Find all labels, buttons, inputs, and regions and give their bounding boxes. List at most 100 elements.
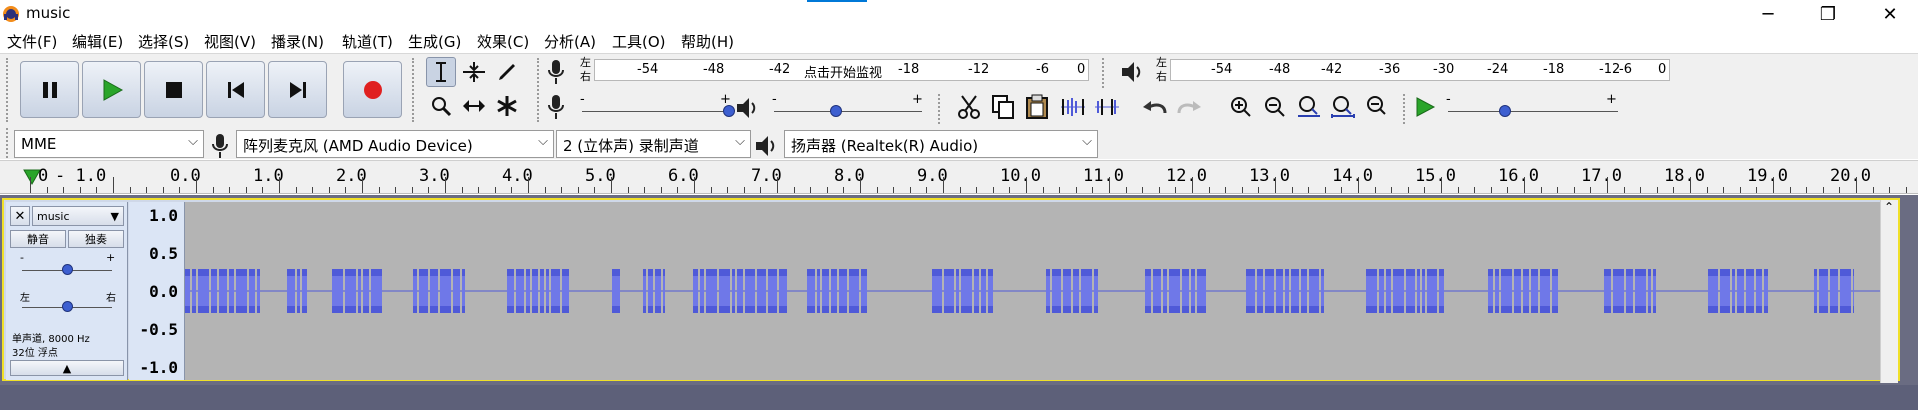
menu-tools[interactable]: 工具(O) (612, 31, 666, 52)
empty-track-area[interactable] (0, 385, 1918, 410)
waveform-rms (1501, 276, 1512, 306)
timeline-ruler[interactable]: 0- 1.0 0.0 1.0 2.0 3.0 4.0 5.0 6.0 7.0 8.0 9.0 10.0… (0, 160, 1918, 194)
toolbar-grip[interactable] (1403, 94, 1409, 124)
recording-volume-slider[interactable] (723, 105, 735, 117)
undo-button[interactable] (1140, 92, 1170, 122)
ruler-tick (1441, 177, 1442, 193)
toolbar-grip[interactable] (537, 58, 543, 122)
recording-channels-select[interactable]: 2 (立体声) 录制声道 ⌵ (556, 130, 751, 158)
recording-meter[interactable]: -54 -48 -42 点击开始监视 -18 -12 -6 0 (594, 59, 1089, 81)
copy-button[interactable] (988, 92, 1018, 122)
envelope-tool[interactable] (459, 57, 489, 87)
play-at-speed-button[interactable] (1410, 92, 1440, 122)
playback-device-select[interactable]: 扬声器 (Realtek(R) Audio) ⌵ (784, 130, 1098, 158)
playback-speed-slider[interactable] (1499, 105, 1511, 117)
track-format-info: 32位 浮点 (12, 348, 58, 359)
waveform-display[interactable] (185, 202, 1882, 380)
menu-effect[interactable]: 效果(C) (477, 31, 529, 52)
ruler-tick (959, 187, 961, 193)
toolbar-grip[interactable] (412, 58, 418, 122)
close-window-button[interactable]: ✕ (1862, 0, 1918, 28)
pan-slider[interactable] (62, 301, 73, 312)
waveform-rms (462, 276, 465, 306)
audio-host-select[interactable]: MME ⌵ (14, 130, 204, 158)
menu-analyze[interactable]: 分析(A) (544, 31, 596, 52)
meter-right-label: 右 (1156, 70, 1167, 83)
fit-selection-button[interactable] (1294, 92, 1324, 122)
trim-audio-button[interactable] (1058, 92, 1088, 122)
menu-file[interactable]: 文件(F) (7, 31, 57, 52)
microphone-icon[interactable] (546, 59, 566, 85)
skip-to-end-button[interactable] (268, 61, 327, 118)
record-button[interactable] (343, 61, 402, 118)
gain-slider[interactable] (62, 264, 73, 275)
minimize-button[interactable]: ─ (1740, 0, 1796, 28)
ruler-tick (129, 187, 131, 193)
ruler-tick (594, 187, 596, 193)
cut-button[interactable] (954, 92, 984, 122)
toolbar-grip[interactable] (6, 128, 12, 158)
zoom-tool[interactable] (426, 91, 456, 121)
play-button[interactable] (82, 61, 141, 118)
track-close-button[interactable]: ✕ (10, 206, 30, 226)
selection-tool[interactable] (426, 57, 456, 87)
waveform-rms (562, 276, 569, 306)
waveform-rms (861, 276, 867, 306)
waveform-rms (419, 276, 428, 306)
ruler-label: 14.0 (1332, 166, 1373, 186)
vertical-scale[interactable]: 1.0 0.5 0.0 -0.5 -1.0 (129, 202, 185, 380)
draw-tool[interactable] (492, 57, 522, 87)
waveform-rms (440, 276, 451, 306)
solo-button[interactable]: 独奏 (68, 230, 124, 248)
ruler-tick (1042, 187, 1044, 193)
ruler-tick (1308, 187, 1310, 193)
waveform-rms (648, 276, 653, 306)
recording-device-select[interactable]: 阵列麦克风 (AMD Audio Device) ⌵ (236, 130, 554, 158)
menu-help[interactable]: 帮助(H) (681, 31, 734, 52)
track-menu-button[interactable]: music ▼ (32, 206, 124, 226)
maximize-button[interactable]: ❐ (1800, 0, 1856, 28)
ruler-tick (1474, 187, 1476, 193)
multi-tool[interactable] (492, 91, 522, 121)
zoom-toggle-button[interactable] (1362, 92, 1392, 122)
redo-button[interactable] (1174, 92, 1204, 122)
time-shift-tool[interactable] (459, 91, 489, 121)
playback-meter[interactable]: -54 -48 -42 -36 -30 -24 -18 -12 -6 0 (1170, 59, 1670, 81)
speaker-icon[interactable] (1120, 60, 1146, 84)
zoom-selection-icon (1298, 96, 1320, 117)
waveform-rms (229, 276, 234, 306)
fit-project-button[interactable] (1328, 92, 1358, 122)
scroll-up-icon[interactable]: ⌃ (1884, 200, 1894, 214)
toolbar-grip[interactable] (938, 94, 944, 124)
waveform-rms (612, 276, 620, 306)
toolbar-grip[interactable] (6, 58, 12, 122)
ruler-tick (1125, 187, 1127, 193)
meter-tick-label: -6 (1036, 62, 1049, 77)
collapse-track-button[interactable]: ▲ (10, 360, 124, 376)
zoom-in-button[interactable] (1226, 92, 1256, 122)
vertical-scrollbar[interactable]: ⌃ (1880, 200, 1898, 383)
waveform-rms (1081, 276, 1092, 306)
ruler-tick (1524, 177, 1525, 193)
ruler-tick (1175, 187, 1177, 193)
playback-volume-slider[interactable] (830, 105, 842, 117)
menu-transport[interactable]: 播录(N) (271, 31, 324, 52)
stop-button[interactable] (144, 61, 203, 118)
mute-button[interactable]: 静音 (10, 230, 66, 248)
zoom-out-button[interactable] (1260, 92, 1290, 122)
menu-generate[interactable]: 生成(G) (408, 31, 461, 52)
menu-select[interactable]: 选择(S) (138, 31, 189, 52)
ruler-tick (727, 187, 729, 193)
silence-audio-button[interactable] (1092, 92, 1122, 122)
ruler-tick (46, 187, 48, 193)
pause-button[interactable] (20, 61, 79, 118)
menu-view[interactable]: 视图(V) (204, 31, 256, 52)
skip-to-start-button[interactable] (206, 61, 265, 118)
menu-edit[interactable]: 编辑(E) (72, 31, 123, 52)
audio-track[interactable]: ✕ music ▼ 静音 独奏 - + 左 右 单声道, 8000 Hz 32位… (2, 198, 1900, 383)
paste-button[interactable] (1022, 92, 1052, 122)
ruler-tick (461, 187, 463, 193)
ruler-label: 12.0 (1166, 166, 1207, 186)
menu-tracks[interactable]: 轨道(T) (342, 31, 393, 52)
toolbar-grip[interactable] (1102, 58, 1108, 88)
